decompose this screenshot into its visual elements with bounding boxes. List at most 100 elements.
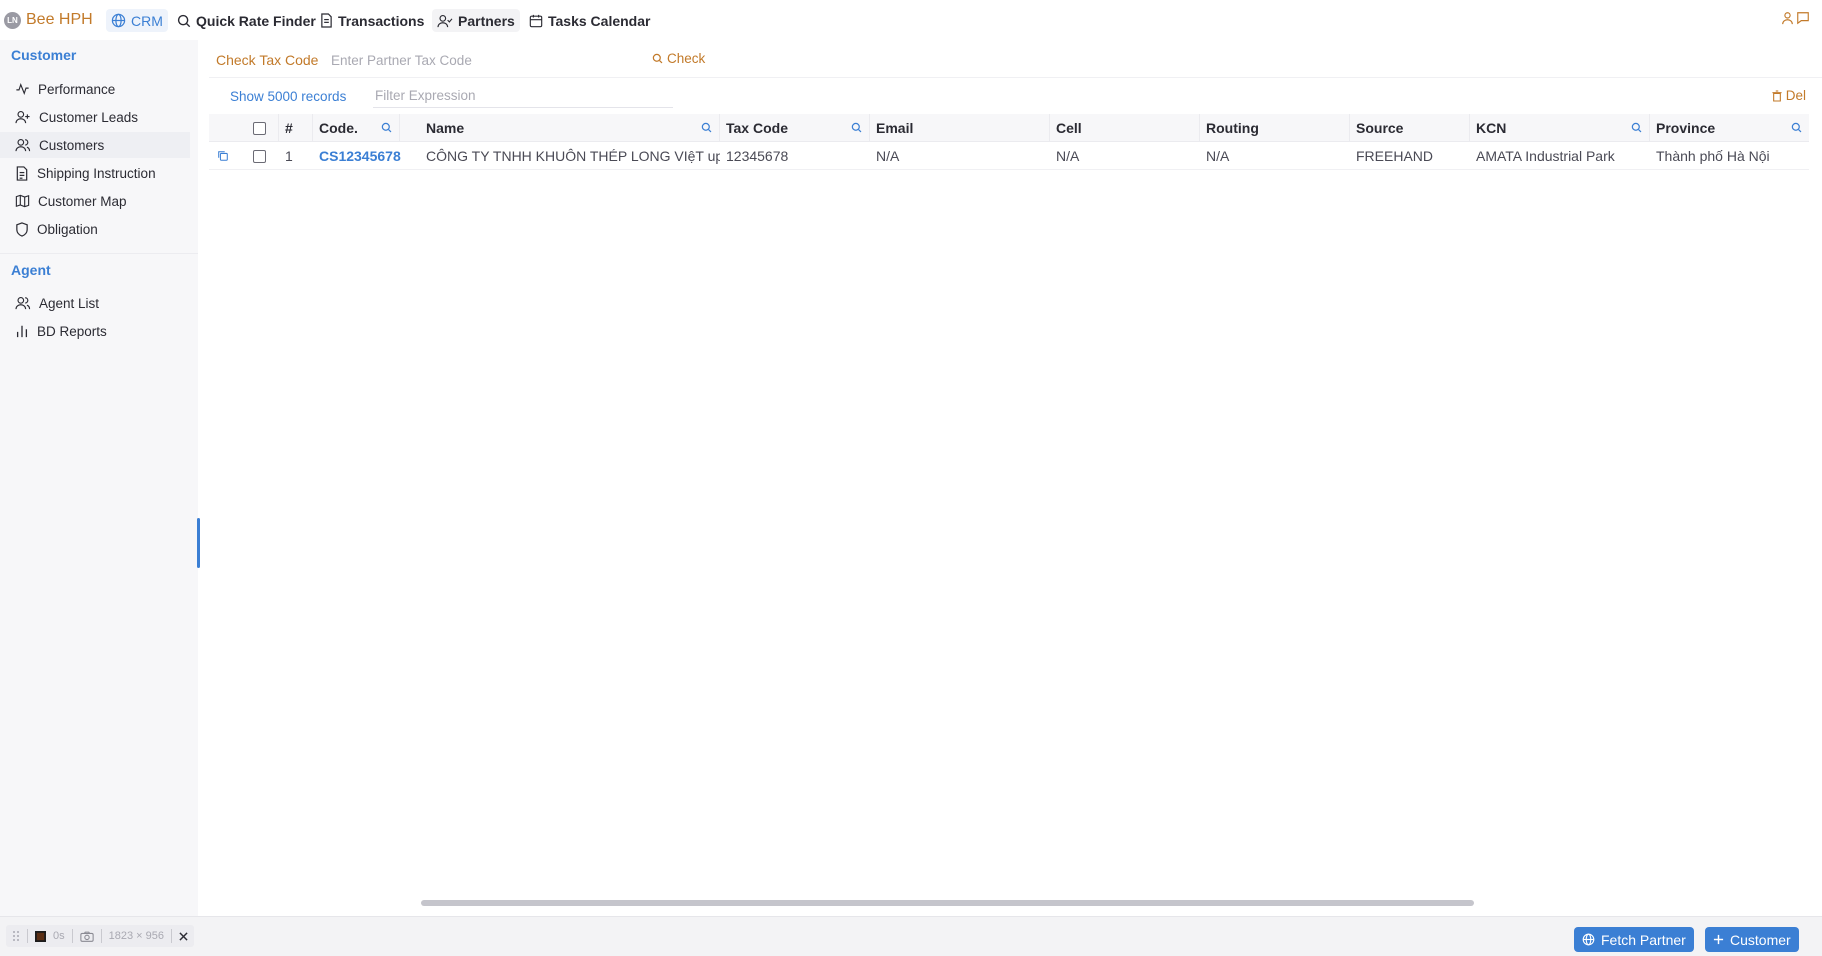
brand[interactable]: LN Bee HPH xyxy=(4,9,93,31)
fetch-partner-label: Fetch Partner xyxy=(1601,931,1686,948)
column-header-kcn-label: KCN xyxy=(1476,120,1507,136)
column-header-tax-code-label: Tax Code xyxy=(726,120,788,136)
check-button-label: Check xyxy=(667,51,706,66)
row-copy-cell xyxy=(209,142,247,170)
devtools-size: 1823 × 956 xyxy=(108,930,164,942)
sidebar-item-agent-list[interactable]: Agent List xyxy=(0,290,190,316)
row-province: Thành phố Hà Nội xyxy=(1656,148,1770,164)
column-header-province[interactable]: Province xyxy=(1650,114,1809,142)
camera-icon[interactable] xyxy=(79,931,94,942)
nav-transactions[interactable]: Transactions xyxy=(315,9,429,32)
activity-icon xyxy=(15,82,30,96)
search-icon xyxy=(177,14,191,28)
column-header-code-label: Code. xyxy=(319,120,358,136)
user-plus-icon xyxy=(15,110,31,124)
column-header-kcn[interactable]: KCN xyxy=(1470,114,1650,142)
stop-icon[interactable] xyxy=(35,930,46,942)
nav-partners-label: Partners xyxy=(458,12,515,29)
document-icon xyxy=(320,13,333,28)
select-all-cell xyxy=(247,114,279,142)
delete-button[interactable]: Del xyxy=(1772,88,1806,103)
sidebar-item-label: Obligation xyxy=(37,221,98,237)
sidebar-item-shipping-instruction[interactable]: Shipping Instruction xyxy=(0,160,190,186)
column-search-icon[interactable] xyxy=(381,122,392,133)
sidebar-item-customer-leads[interactable]: Customer Leads xyxy=(0,104,190,130)
devtools-separator xyxy=(27,929,28,943)
devtools-separator xyxy=(100,929,102,943)
row-email: N/A xyxy=(876,148,900,164)
sidebar-item-performance[interactable]: Performance xyxy=(0,76,190,102)
sidebar-section-agent: Agent xyxy=(11,262,51,278)
sidebar-item-customers[interactable]: Customers xyxy=(0,132,190,158)
tax-check-label: Check Tax Code xyxy=(216,52,319,68)
top-right-actions xyxy=(1781,11,1810,25)
file-text-icon xyxy=(15,165,29,181)
select-all-checkbox[interactable] xyxy=(253,121,266,135)
table-row[interactable]: 1 CS12345678 CÔNG TY TNHH KHUÔN THÉP LON… xyxy=(209,142,1809,170)
user-check-icon xyxy=(437,14,453,28)
records-toolbar: Show 5000 records Del xyxy=(209,80,1822,112)
devtools-duration: 0s xyxy=(53,930,65,942)
horizontal-scrollbar[interactable] xyxy=(421,900,1474,906)
column-header-tax-code[interactable]: Tax Code xyxy=(720,114,870,142)
column-header-routing[interactable]: Routing xyxy=(1200,114,1350,142)
column-header-source[interactable]: Source xyxy=(1350,114,1470,142)
nav-tasks-calendar[interactable]: Tasks Calendar xyxy=(524,9,655,32)
users-icon xyxy=(15,296,31,310)
column-search-icon[interactable] xyxy=(1791,122,1802,133)
sidebar-resize-handle[interactable] xyxy=(197,518,200,568)
trash-icon xyxy=(1772,89,1782,102)
partner-tax-code-input[interactable] xyxy=(329,48,649,72)
nav-quick-rate-finder-label: Quick Rate Finder xyxy=(196,12,316,29)
bottom-bar: 0s 1823 × 956 Fetch Partner Customer xyxy=(0,916,1822,956)
sidebar-item-obligation[interactable]: Obligation xyxy=(0,216,190,242)
sidebar-item-label: Shipping Instruction xyxy=(37,165,156,181)
nav-quick-rate-finder[interactable]: Quick Rate Finder xyxy=(172,9,321,32)
chat-icon[interactable] xyxy=(1796,11,1810,25)
devtools-separator xyxy=(171,929,172,943)
column-header-cell[interactable]: Cell xyxy=(1050,114,1200,142)
column-header-code[interactable]: Code. xyxy=(313,114,400,142)
nav-crm-label: CRM xyxy=(131,12,163,29)
devtools-separator xyxy=(71,929,73,943)
sidebar-item-label: Customer Leads xyxy=(39,109,139,125)
top-navigation: LN Bee HPH CRM Quick Rate Finder Transac… xyxy=(0,0,1822,40)
show-records-toggle[interactable]: Show 5000 records xyxy=(230,89,346,104)
table-header: # Code. Name Tax Code Email Cell Routing… xyxy=(209,114,1809,142)
column-search-icon[interactable] xyxy=(701,122,712,133)
calendar-icon xyxy=(529,14,543,28)
sidebar-item-customer-map[interactable]: Customer Map xyxy=(0,188,190,214)
sidebar-item-bd-reports[interactable]: BD Reports xyxy=(0,318,190,344)
sidebar-item-label: Performance xyxy=(38,81,116,97)
drag-handle-icon[interactable] xyxy=(12,930,20,942)
filter-expression-input[interactable] xyxy=(373,84,673,108)
plus-icon xyxy=(1713,934,1724,945)
column-search-icon[interactable] xyxy=(1631,122,1642,133)
users-icon xyxy=(15,138,31,152)
user-icon[interactable] xyxy=(1781,11,1794,25)
column-search-icon[interactable] xyxy=(851,122,862,133)
sidebar-item-label: Customer Map xyxy=(38,193,127,209)
row-index: 1 xyxy=(285,148,293,164)
column-header-name[interactable]: Name xyxy=(420,114,720,142)
close-icon[interactable] xyxy=(179,931,188,941)
sidebar-item-label: Agent List xyxy=(39,295,100,311)
row-code-link[interactable]: CS12345678 xyxy=(313,142,420,170)
nav-partners[interactable]: Partners xyxy=(432,9,520,32)
add-customer-button[interactable]: Customer xyxy=(1705,927,1799,952)
add-customer-label: Customer xyxy=(1730,931,1791,948)
row-cell: N/A xyxy=(1056,148,1080,164)
copy-icon[interactable] xyxy=(217,150,229,162)
bar-chart-icon xyxy=(15,324,29,338)
row-name: CÔNG TY TNHH KHUÔN THÉP LONG VIệT up xyxy=(426,148,720,164)
check-button[interactable]: Check xyxy=(652,51,705,66)
sidebar: Customer Performance Customer Leads Cust… xyxy=(0,40,200,916)
fetch-partner-button[interactable]: Fetch Partner xyxy=(1574,927,1694,952)
delete-button-label: Del xyxy=(1785,88,1806,103)
map-icon xyxy=(15,194,30,208)
row-kcn: AMATA Industrial Park xyxy=(1476,148,1615,164)
column-header-name-label: Name xyxy=(426,120,465,136)
nav-crm[interactable]: CRM xyxy=(106,9,168,32)
column-header-email[interactable]: Email xyxy=(870,114,1050,142)
row-checkbox[interactable] xyxy=(253,149,266,163)
